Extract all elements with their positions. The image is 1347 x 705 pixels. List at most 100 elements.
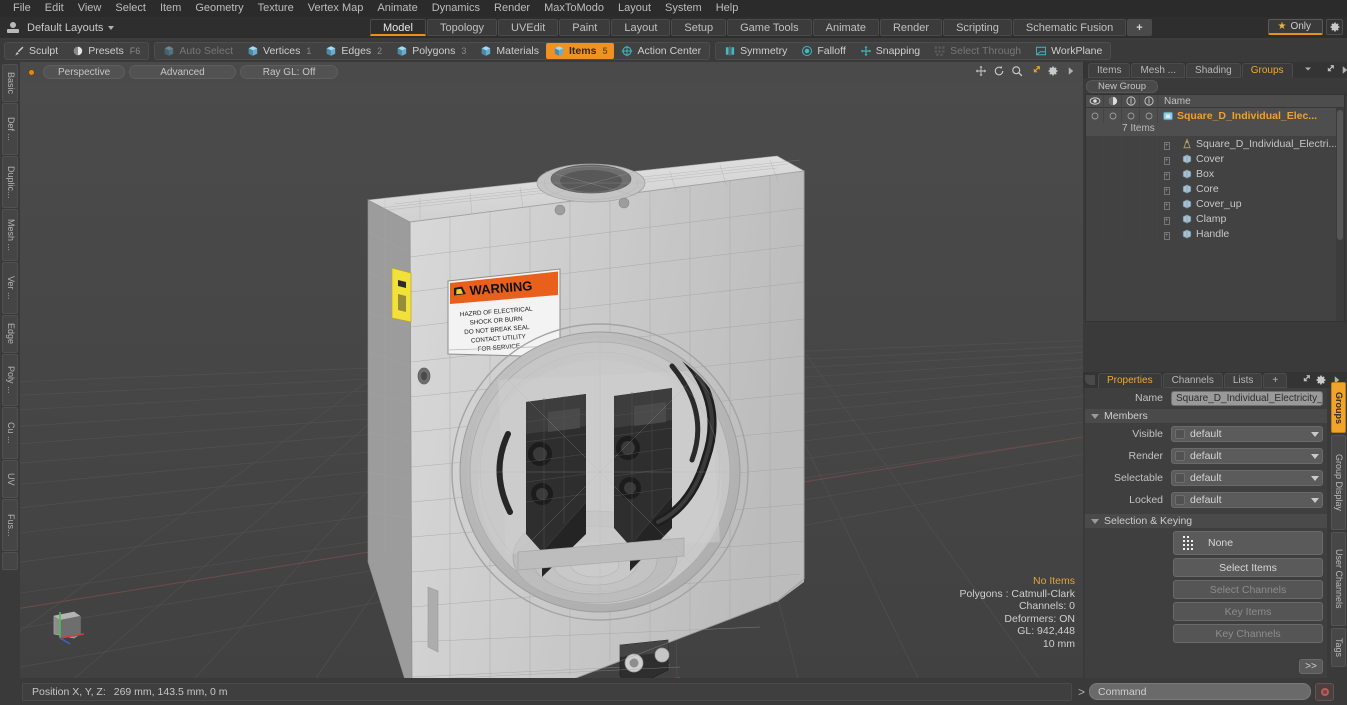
left-tab-ver[interactable]: Ver ...	[2, 262, 18, 314]
lock-icon[interactable]	[1140, 94, 1158, 108]
side-tab-groups[interactable]: Groups	[1331, 382, 1346, 434]
mode-button-presets[interactable]: Presets F6	[65, 43, 147, 59]
forward-button[interactable]: >>	[1299, 659, 1323, 674]
layout-tab-uvedit[interactable]: UVEdit	[498, 19, 559, 36]
menu-item-animate[interactable]: Animate	[370, 0, 424, 17]
tree-toggle-lock-icon[interactable]	[1140, 108, 1158, 123]
menu-item-vertex-map[interactable]: Vertex Map	[301, 0, 371, 17]
viewport-projection-button[interactable]: Perspective	[43, 65, 126, 79]
menu-item-help[interactable]: Help	[709, 0, 746, 17]
tree-toggle-selectable-icon[interactable]	[1122, 151, 1140, 166]
tree-toggle-lock-icon[interactable]	[1140, 181, 1158, 196]
name-field[interactable]: Square_D_Individual_Electricity_I	[1171, 390, 1323, 406]
mode-button-action-center[interactable]: Action Center	[614, 43, 708, 59]
menu-item-edit[interactable]: Edit	[38, 0, 71, 17]
mode-button-edges[interactable]: Edges 2	[318, 43, 389, 59]
tree-row[interactable]: + Cover	[1086, 151, 1344, 166]
tree-toggle-eye-icon[interactable]	[1086, 226, 1104, 241]
viewport-active-dot-icon[interactable]	[28, 68, 35, 76]
selection-mode-button[interactable]: None	[1173, 531, 1323, 555]
tree-toggle-eye-icon[interactable]	[1086, 151, 1104, 166]
tree-toggle-render-icon[interactable]	[1104, 196, 1122, 211]
viewport-3d[interactable]: WARNING HAZRD OF ELECTRICAL SHOCK OR BUR…	[20, 62, 1083, 678]
menu-item-system[interactable]: System	[658, 0, 709, 17]
left-tab-mesh[interactable]: Mesh ...	[2, 209, 18, 261]
tree-row[interactable]: + Square_D_Individual_Electri...	[1086, 136, 1344, 151]
tree-toggle-selectable-icon[interactable]	[1122, 196, 1140, 211]
panel-expand-icon[interactable]	[1323, 64, 1335, 76]
tree-toggle-eye-icon[interactable]	[1086, 181, 1104, 196]
group-tree-scrollbar[interactable]	[1336, 108, 1344, 321]
menu-item-texture[interactable]: Texture	[251, 0, 301, 17]
tree-expander-icon[interactable]: +	[1164, 186, 1170, 195]
tree-toggle-selectable-icon[interactable]	[1122, 211, 1140, 226]
properties-corner-icon[interactable]	[1085, 375, 1095, 385]
tree-row[interactable]: + Core	[1086, 181, 1344, 196]
command-input[interactable]: Command	[1089, 683, 1312, 700]
selectable-icon[interactable]	[1122, 94, 1140, 108]
tree-toggle-selectable-icon[interactable]	[1122, 108, 1140, 123]
layout-tab-schematic-fusion[interactable]: Schematic Fusion	[1012, 19, 1127, 36]
layout-tab-paint[interactable]: Paint	[559, 19, 611, 36]
layout-tab-model[interactable]: Model	[370, 19, 426, 36]
side-tab-group-display[interactable]: Group Display	[1331, 435, 1346, 530]
tree-toggle-render-icon[interactable]	[1104, 181, 1122, 196]
properties-gear-icon[interactable]	[1315, 374, 1327, 386]
panel-tab-shading[interactable]: Shading	[1186, 62, 1241, 78]
mode-button-vertices[interactable]: Vertices 1	[240, 43, 318, 59]
left-tab-extra[interactable]	[2, 552, 18, 570]
panel-tab-groups[interactable]: Groups	[1241, 62, 1293, 78]
panel-tab-mesh[interactable]: Mesh ...	[1131, 62, 1186, 78]
tree-toggle-lock-icon[interactable]	[1140, 151, 1158, 166]
gear-icon[interactable]	[1047, 65, 1059, 77]
tree-expander-icon[interactable]: +	[1164, 141, 1170, 150]
side-tab-tags[interactable]: Tags	[1331, 628, 1346, 668]
tree-expander-icon[interactable]: +	[1164, 201, 1170, 210]
tree-toggle-selectable-icon[interactable]	[1122, 136, 1140, 151]
menu-item-geometry[interactable]: Geometry	[188, 0, 250, 17]
tree-toggle-render-icon[interactable]	[1104, 151, 1122, 166]
tree-toggle-selectable-icon[interactable]	[1122, 166, 1140, 181]
tree-toggle-lock-icon[interactable]	[1140, 226, 1158, 241]
properties-tab-[interactable]: +	[1263, 372, 1288, 388]
mode-button-auto-select[interactable]: Auto Select	[156, 43, 240, 59]
members-section-header[interactable]: Members	[1085, 409, 1327, 423]
tree-toggle-eye-icon[interactable]	[1086, 136, 1104, 151]
tree-toggle-lock-icon[interactable]	[1140, 166, 1158, 181]
tree-row[interactable]: + Handle	[1086, 226, 1344, 241]
menu-item-layout[interactable]: Layout	[611, 0, 658, 17]
add-layout-tab-button[interactable]: +	[1127, 19, 1152, 36]
menu-item-view[interactable]: View	[71, 0, 109, 17]
group-tree[interactable]: Name Square_D_Individual_Elec... 7 Items +…	[1085, 94, 1345, 322]
left-tab-basic[interactable]: Basic	[2, 64, 18, 102]
side-tab-user-channels[interactable]: User Channels	[1331, 531, 1346, 627]
menu-item-file[interactable]: File	[6, 0, 38, 17]
tree-expander-icon[interactable]: +	[1164, 216, 1170, 225]
menu-item-dynamics[interactable]: Dynamics	[425, 0, 487, 17]
mode-button-items[interactable]: Items 5	[546, 43, 615, 59]
maximize-icon[interactable]	[1029, 65, 1041, 77]
tree-toggle-eye-icon[interactable]	[1086, 166, 1104, 181]
layout-tab-render[interactable]: Render	[879, 19, 943, 36]
tree-toggle-render-icon[interactable]	[1104, 166, 1122, 181]
mode-button-materials[interactable]: Materials	[473, 43, 546, 59]
mode-button-symmetry[interactable]: Symmetry	[717, 43, 794, 59]
menu-item-render[interactable]: Render	[487, 0, 537, 17]
tree-toggle-render-icon[interactable]	[1104, 136, 1122, 151]
left-tab-poly[interactable]: Poly ...	[2, 354, 18, 406]
viewport-scene[interactable]: WARNING HAZRD OF ELECTRICAL SHOCK OR BUR…	[20, 82, 1083, 678]
tree-expander-icon[interactable]: +	[1164, 171, 1170, 180]
axis-gizmo[interactable]	[44, 602, 90, 648]
panel-menu-arrow-icon[interactable]	[1339, 64, 1347, 76]
field-dropdown-selectable[interactable]: default	[1171, 470, 1323, 486]
left-tab-fus[interactable]: Fus...	[2, 499, 18, 551]
menu-item-item[interactable]: Item	[153, 0, 188, 17]
tree-toggle-render-icon[interactable]	[1104, 211, 1122, 226]
layout-settings-gear-icon[interactable]	[1326, 19, 1343, 35]
tree-toggle-eye-icon[interactable]	[1086, 211, 1104, 226]
new-group-button[interactable]: New Group	[1086, 80, 1158, 93]
tree-toggle-lock-icon[interactable]	[1140, 196, 1158, 211]
tree-toggle-lock-icon[interactable]	[1140, 136, 1158, 151]
mode-button-workplane[interactable]: WorkPlane	[1028, 43, 1109, 59]
mode-button-falloff[interactable]: Falloff	[794, 43, 852, 59]
